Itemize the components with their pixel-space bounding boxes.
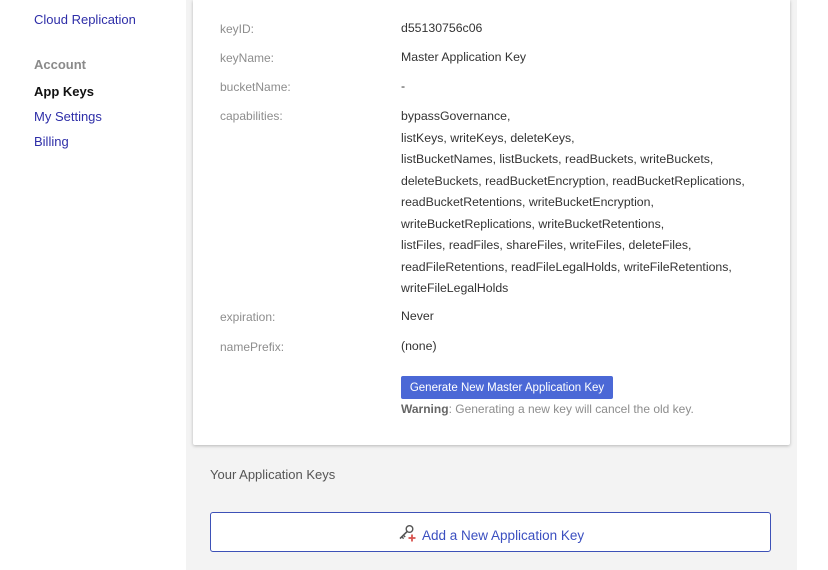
keyname-label: keyName: [220,51,275,65]
sidebar-item-app-keys[interactable]: App Keys [34,84,94,99]
warning-label: Warning [401,402,449,416]
capabilities-line: bypassGovernance, [401,109,511,123]
sidebar: Cloud Replication Account App Keys My Se… [0,0,186,570]
bucketname-value: - [401,79,406,93]
capabilities-line: writeFileLegalHolds [401,281,509,295]
capabilities-line: listFiles, readFiles, shareFiles, writeF… [401,238,692,252]
warning-message: Warning: Generating a new key will cance… [401,402,694,416]
add-application-key-label: Add a New Application Key [422,528,585,543]
app-keys-section-title: Your Application Keys [210,467,336,482]
expiration-value: Never [401,309,434,323]
keyid-value: d55130756c06 [401,21,483,35]
sidebar-section-account: Account [34,57,86,72]
key-plus-icon [397,523,417,548]
bucketname-label: bucketName: [220,80,291,94]
sidebar-item-my-settings[interactable]: My Settings [34,109,102,124]
capabilities-line: readFileRetentions, readFileLegalHolds, … [401,259,732,274]
sidebar-item-cloud-replication[interactable]: Cloud Replication [34,12,136,27]
capabilities-line: readBucketRetentions, writeBucketEncrypt… [401,195,654,209]
keyid-label: keyID: [220,22,255,36]
capabilities-line: deleteBuckets, readBucketEncryption, rea… [401,173,745,188]
capabilities-label: capabilities: [220,109,283,123]
master-key-card: keyID: d55130756c06 keyName: Master Appl… [193,0,790,445]
warning-text: : Generating a new key will cancel the o… [448,402,694,416]
capabilities-value: bypassGovernance, listKeys, writeKeys, d… [401,106,745,300]
generate-master-key-button[interactable]: Generate New Master Application Key [401,376,613,399]
keyname-value: Master Application Key [401,50,527,64]
sidebar-item-billing[interactable]: Billing [34,134,69,149]
expiration-label: expiration: [220,310,276,324]
nameprefix-value: (none) [401,339,437,353]
nameprefix-label: namePrefix: [220,340,285,354]
add-application-key-button[interactable]: Add a New Application Key [210,512,771,552]
capabilities-line: listKeys, writeKeys, deleteKeys, [401,130,575,145]
capabilities-line: listBucketNames, listBuckets, readBucket… [401,152,714,166]
capabilities-line: writeBucketReplications, writeBucketRete… [401,216,665,231]
